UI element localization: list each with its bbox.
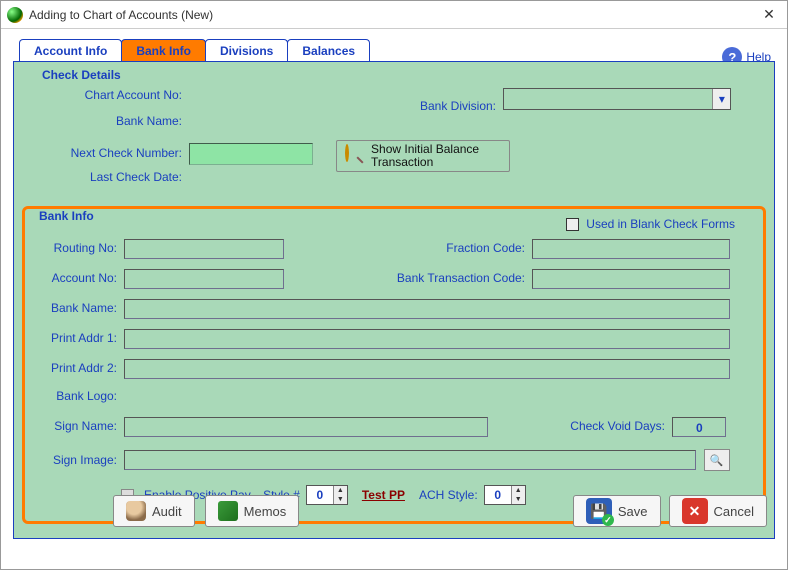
- bank-tx-code-label: Bank Transaction Code:: [359, 271, 525, 285]
- show-initial-balance-label: Show Initial Balance Transaction: [371, 143, 501, 169]
- check-void-days-input[interactable]: 0: [672, 417, 726, 437]
- cancel-button[interactable]: ✕ Cancel: [669, 495, 767, 527]
- close-icon[interactable]: ✕: [757, 6, 781, 23]
- book-icon: [218, 501, 238, 521]
- chevron-down-icon: ▾: [712, 89, 730, 109]
- show-initial-balance-button[interactable]: Show Initial Balance Transaction: [336, 140, 510, 172]
- sign-image-input[interactable]: [124, 450, 696, 470]
- fraction-code-label: Fraction Code:: [405, 241, 525, 255]
- chart-account-no-label: Chart Account No:: [32, 88, 182, 102]
- account-no-label: Account No:: [33, 271, 117, 285]
- used-blank-forms-checkbox[interactable]: [566, 218, 579, 231]
- check-void-days-label: Check Void Days:: [545, 419, 665, 433]
- tab-divisions[interactable]: Divisions: [205, 39, 288, 61]
- bank-info-legend: Bank Info: [39, 209, 94, 223]
- tab-balances[interactable]: Balances: [287, 39, 370, 61]
- account-no-input[interactable]: [124, 269, 284, 289]
- bank-division-select[interactable]: ▾: [503, 88, 731, 110]
- tabstrip: Account Info Bank Info Divisions Balance…: [19, 39, 787, 61]
- bank-info-panel: Bank Info Used in Blank Check Forms Rout…: [22, 206, 766, 524]
- sign-name-label: Sign Name:: [33, 419, 117, 433]
- titlebar: Adding to Chart of Accounts (New) ✕: [1, 1, 787, 29]
- memos-button[interactable]: Memos: [205, 495, 300, 527]
- print-addr2-label: Print Addr 2:: [33, 361, 117, 375]
- search-icon: [345, 146, 365, 166]
- audit-button[interactable]: Audit: [113, 495, 195, 527]
- print-addr2-input[interactable]: [124, 359, 730, 379]
- check-details-group: Check Details Chart Account No: Bank Div…: [32, 74, 756, 202]
- main-pane: Check Details Chart Account No: Bank Div…: [13, 61, 775, 539]
- bank-name-input[interactable]: [124, 299, 730, 319]
- next-check-number-input[interactable]: [189, 143, 313, 165]
- close-icon: ✕: [682, 498, 708, 524]
- sign-image-label: Sign Image:: [33, 453, 117, 467]
- sign-name-input[interactable]: [124, 417, 488, 437]
- search-icon: 🔍: [710, 454, 724, 467]
- tab-account-info[interactable]: Account Info: [19, 39, 122, 61]
- routing-no-input[interactable]: [124, 239, 284, 259]
- routing-no-label: Routing No:: [33, 241, 117, 255]
- print-addr1-label: Print Addr 1:: [33, 331, 117, 345]
- bank-name-label: Bank Name:: [33, 301, 117, 315]
- window-title: Adding to Chart of Accounts (New): [29, 8, 757, 22]
- last-check-date-label: Last Check Date:: [32, 170, 182, 184]
- check-details-legend: Check Details: [38, 68, 125, 82]
- bank-logo-label: Bank Logo:: [33, 389, 117, 403]
- tab-bank-info[interactable]: Bank Info: [121, 39, 206, 61]
- browse-sign-image-button[interactable]: 🔍: [704, 449, 730, 471]
- save-icon: ✓ 💾: [586, 498, 612, 524]
- print-addr1-input[interactable]: [124, 329, 730, 349]
- app-icon: [7, 7, 23, 23]
- person-search-icon: [126, 501, 146, 521]
- used-blank-forms-label: Used in Blank Check Forms: [586, 217, 735, 231]
- bank-name-cd-label: Bank Name:: [32, 114, 182, 128]
- next-check-number-label: Next Check Number:: [32, 146, 182, 160]
- save-button[interactable]: ✓ 💾 Save: [573, 495, 661, 527]
- bank-division-label: Bank Division:: [376, 99, 496, 113]
- fraction-code-input[interactable]: [532, 239, 730, 259]
- bank-tx-code-input[interactable]: [532, 269, 730, 289]
- bottom-bar: Audit Memos ✓ 💾 Save ✕ Cancel: [1, 491, 787, 531]
